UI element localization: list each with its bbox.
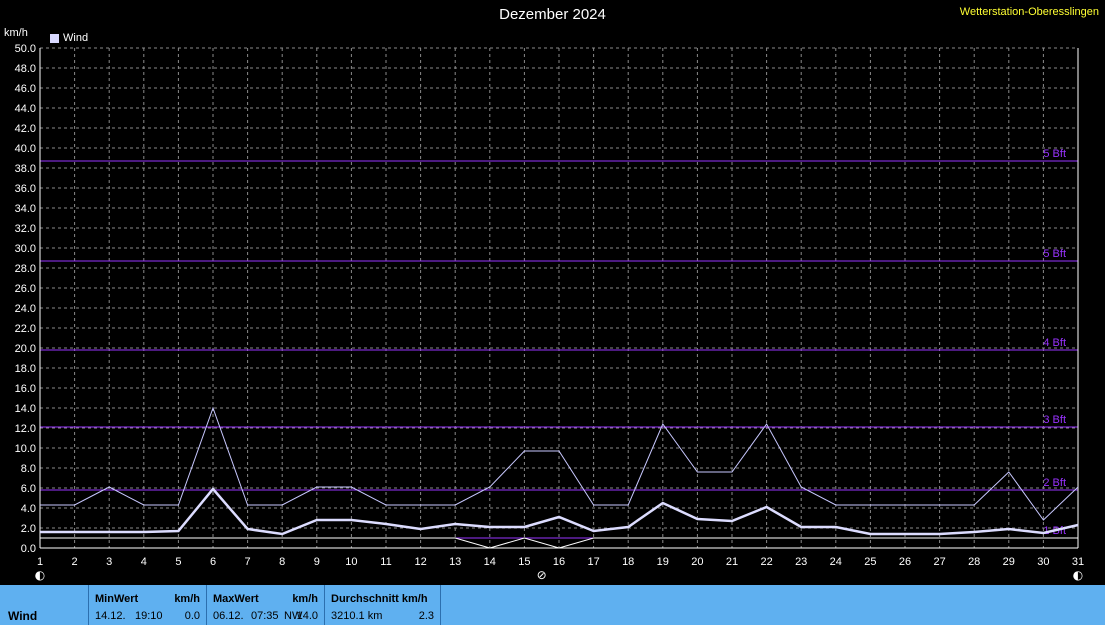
x-tick-label: 13	[449, 556, 461, 568]
legend: Wind	[50, 32, 88, 44]
y-tick-label: 14.0	[15, 403, 36, 415]
y-axis-unit: km/h	[4, 27, 28, 39]
y-tick-label: 38.0	[15, 163, 36, 175]
x-tick-label: 30	[1037, 556, 1049, 568]
footer-row-label: Wind	[8, 609, 38, 623]
max-time: 07:35	[251, 610, 279, 622]
y-tick-label: 46.0	[15, 83, 36, 95]
y-tick-labels: 0.0 2.0 4.0 6.0 8.0 10.0 12.0 14.0 16.0 18.0 20.0 2…	[15, 43, 36, 555]
x-tick-label: 29	[1003, 556, 1015, 568]
x-tick-label: 8	[279, 556, 285, 568]
legend-label: Wind	[63, 32, 89, 44]
y-tick-label: 24.0	[15, 303, 36, 315]
y-tick-label: 6.0	[21, 483, 36, 495]
moon-phase-markers: ◐ ⊘ ◐	[35, 568, 1083, 582]
y-tick-label: 28.0	[15, 263, 36, 275]
y-tick-label: 0.0	[21, 543, 36, 555]
footer-row-label-cell: Wind	[0, 585, 88, 625]
x-tick-label: 25	[864, 556, 876, 568]
page-title: Dezember 2024	[499, 6, 606, 23]
stats-footer: Wind MinWert km/h 14.12. 19:10 0.0 MaxWe…	[0, 585, 1105, 625]
moon-phase-icon: ⊘	[537, 568, 547, 582]
x-tick-label: 11	[380, 556, 391, 568]
x-tick-labels: 1 2 3 4 5 6 7 8 9 10 11 12 13 14 15 16 17 18 19 20 21 22 23 24 2…	[37, 556, 1084, 568]
y-tick-label: 26.0	[15, 283, 36, 295]
beaufort-label: 3 Bft	[1043, 414, 1066, 426]
y-tick-label: 10.0	[15, 443, 36, 455]
x-tick-label: 3	[106, 556, 112, 568]
y-tick-label: 2.0	[21, 523, 36, 535]
y-tick-label: 34.0	[15, 203, 36, 215]
min-date: 14.12.	[95, 610, 126, 622]
y-tick-label: 44.0	[15, 103, 36, 115]
y-tick-label: 18.0	[15, 363, 36, 375]
avg-stat-cell: Durchschnitt km/h 3210.1 km 2.3	[324, 585, 441, 625]
grid	[39, 47, 1079, 549]
y-tick-label: 30.0	[15, 243, 36, 255]
beaufort-label: 4 Bft	[1043, 337, 1066, 349]
min-time: 19:10	[135, 610, 163, 622]
x-tick-label: 23	[795, 556, 807, 568]
legend-swatch	[50, 33, 59, 43]
avg-header: Durchschnitt km/h	[331, 593, 428, 605]
y-tick-label: 42.0	[15, 123, 36, 135]
y-tick-label: 4.0	[21, 503, 36, 515]
x-tick-label: 1	[37, 556, 43, 568]
x-tick-label: 28	[968, 556, 980, 568]
x-tick-label: 20	[691, 556, 703, 568]
x-tick-label: 15	[518, 556, 530, 568]
avg-distance: 3210.1 km	[331, 610, 383, 622]
x-tick-label: 7	[245, 556, 251, 568]
min-header: MinWert	[95, 593, 139, 605]
x-tick-label: 10	[345, 556, 357, 568]
y-tick-label: 8.0	[21, 463, 36, 475]
x-tick-label: 18	[622, 556, 634, 568]
x-tick-label: 26	[899, 556, 911, 568]
moon-phase-icon: ◐	[35, 568, 45, 582]
x-tick-label: 17	[587, 556, 599, 568]
x-tick-label: 6	[210, 556, 216, 568]
station-name: Wetterstation-Oberesslingen	[959, 6, 1099, 18]
beaufort-label: 5 Bft	[1043, 248, 1066, 260]
y-tick-label: 20.0	[15, 343, 36, 355]
y-tick-label: 16.0	[15, 383, 36, 395]
moon-phase-icon: ◐	[1073, 568, 1083, 582]
x-tick-label: 16	[553, 556, 565, 568]
x-tick-label: 22	[760, 556, 772, 568]
x-tick-label: 14	[484, 556, 496, 568]
y-tick-label: 22.0	[15, 323, 36, 335]
wind-chart: 5 Bft5 Bft4 Bft3 Bft2 Bft1 Bft 0.02.04.0…	[15, 43, 1085, 582]
max-date: 06.12.	[213, 610, 244, 622]
max-header: MaxWert	[213, 593, 259, 605]
min-unit: km/h	[174, 593, 200, 605]
y-tick-label: 48.0	[15, 63, 36, 75]
y-tick-label: 40.0	[15, 143, 36, 155]
x-tick-label: 4	[141, 556, 147, 568]
y-tick-label: 36.0	[15, 183, 36, 195]
max-unit: km/h	[292, 593, 318, 605]
x-tick-label: 21	[726, 556, 738, 568]
max-stat-cell: MaxWert km/h 06.12. 07:35 NW 14.0	[206, 585, 324, 625]
x-tick-label: 24	[830, 556, 842, 568]
x-tick-label: 31	[1072, 556, 1084, 568]
x-tick-label: 9	[314, 556, 320, 568]
min-value: 0.0	[184, 610, 200, 622]
y-tick-label: 32.0	[15, 223, 36, 235]
x-tick-label: 19	[657, 556, 669, 568]
x-tick-label: 12	[414, 556, 426, 568]
x-tick-label: 5	[175, 556, 181, 568]
max-value: 14.0	[296, 610, 318, 622]
beaufort-label: 5 Bft	[1043, 148, 1066, 160]
avg-value: 2.3	[418, 610, 434, 622]
beaufort-label: 2 Bft	[1043, 477, 1066, 489]
x-tick-label: 27	[933, 556, 945, 568]
min-stat-cell: MinWert km/h 14.12. 19:10 0.0	[88, 585, 206, 625]
y-tick-label: 50.0	[15, 43, 36, 55]
y-tick-label: 12.0	[15, 423, 36, 435]
x-tick-label: 2	[72, 556, 78, 568]
